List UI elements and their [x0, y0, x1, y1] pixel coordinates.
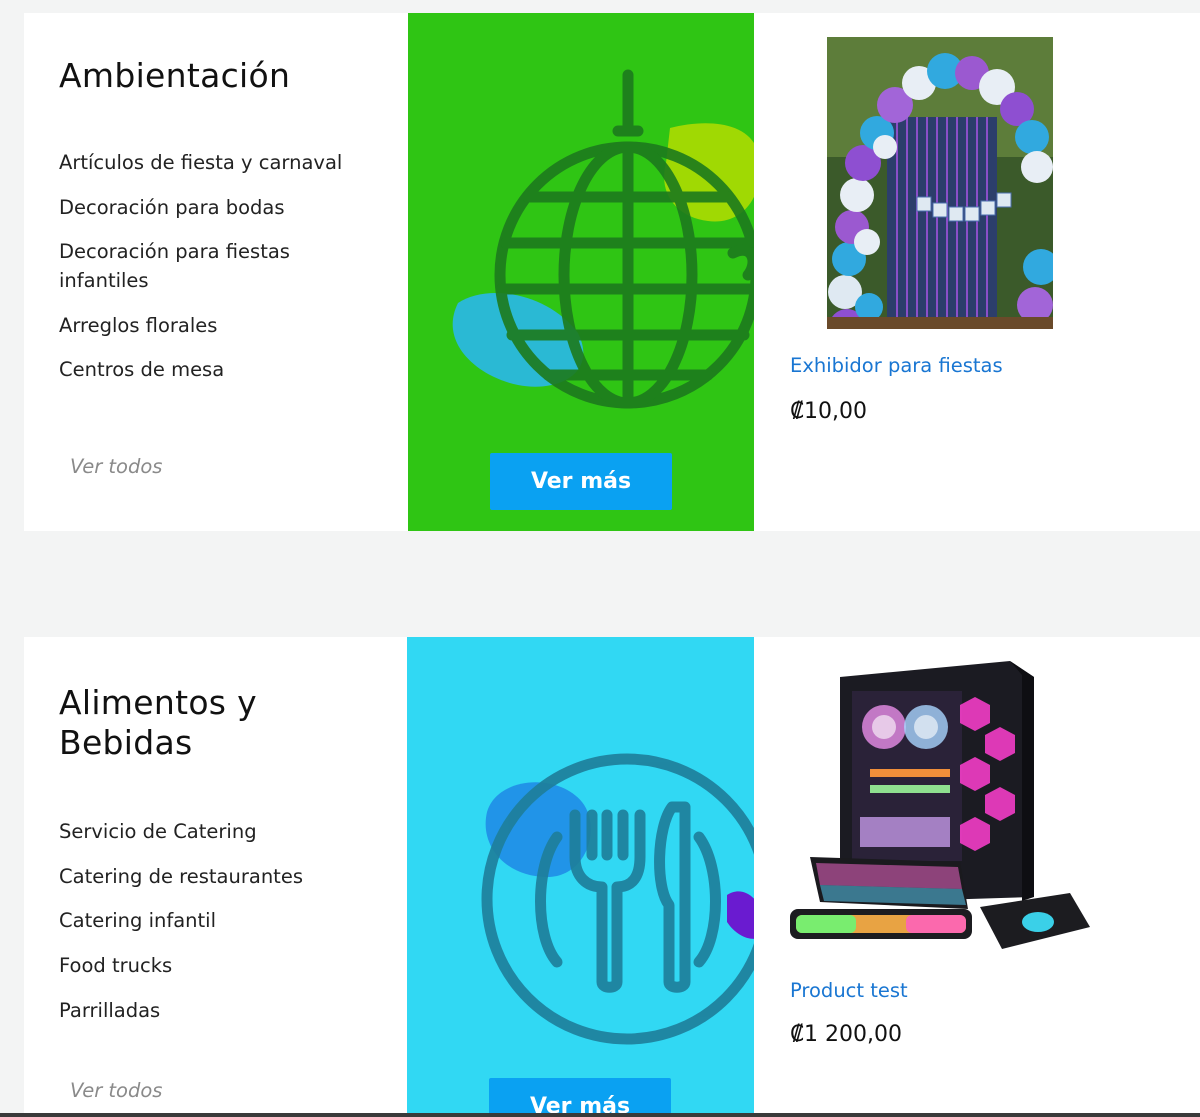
featured-product-card: Product test ₡1 200,00 [790, 637, 1190, 1117]
category-section-alimentos: Alimentos y Bebidas Servicio de Catering… [24, 637, 1200, 1117]
subcategory-link[interactable]: Centros de mesa [59, 355, 359, 384]
product-price: ₡10,00 [790, 399, 867, 424]
subcategory-link[interactable]: Catering de restaurantes [59, 862, 359, 891]
subcategory-link[interactable]: Food trucks [59, 951, 359, 980]
subcategory-link[interactable]: Artículos de fiesta y carnaval [59, 148, 359, 177]
view-all-link[interactable]: Ver todos [70, 1079, 162, 1102]
cutlery-plate-icon [481, 753, 754, 1045]
subcategory-link[interactable]: Decoración para fiestas infantiles [59, 237, 359, 295]
category-title: Ambientación [59, 56, 291, 95]
product-price: ₡1 200,00 [790, 1022, 902, 1047]
viewport-bottom-edge [0, 1113, 1200, 1117]
product-image[interactable] [790, 657, 1092, 957]
subcategory-link[interactable]: Catering infantil [59, 906, 359, 935]
category-list-column: Alimentos y Bebidas Servicio de Catering… [24, 637, 408, 1117]
balloon-arch-photo [827, 37, 1053, 329]
view-more-button[interactable]: Ver más [490, 453, 672, 510]
view-all-link[interactable]: Ver todos [70, 455, 162, 478]
gaming-pc-photo [790, 657, 1092, 957]
product-image[interactable] [827, 37, 1053, 329]
category-banner[interactable]: Ver más [408, 13, 754, 531]
category-title: Alimentos y Bebidas [59, 683, 257, 762]
subcategory-link[interactable]: Arreglos florales [59, 311, 359, 340]
featured-product-card: Exhibidor para fiestas ₡10,00 [790, 13, 1190, 531]
view-more-button[interactable]: Ver más [489, 1078, 671, 1117]
subcategory-list: Artículos de fiesta y carnaval Decoració… [59, 148, 359, 400]
product-name-link[interactable]: Exhibidor para fiestas [790, 354, 1003, 377]
category-list-column: Ambientación Artículos de fiesta y carna… [24, 13, 408, 531]
subcategory-link[interactable]: Servicio de Catering [59, 817, 359, 846]
subcategory-link[interactable]: Parrilladas [59, 996, 359, 1025]
category-banner[interactable]: Ver más [407, 637, 754, 1117]
category-section-ambientacion: Ambientación Artículos de fiesta y carna… [24, 13, 1200, 531]
subcategory-link[interactable]: Decoración para bodas [59, 193, 359, 222]
product-name-link[interactable]: Product test [790, 979, 908, 1002]
subcategory-list: Servicio de Catering Catering de restaur… [59, 817, 359, 1040]
